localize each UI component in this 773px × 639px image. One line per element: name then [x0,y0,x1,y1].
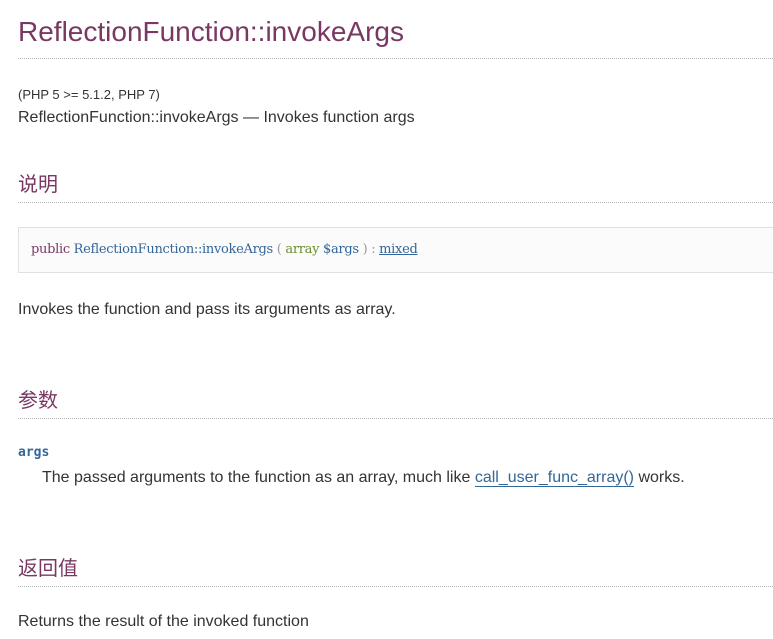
section-title-description: 说明 [18,172,58,196]
synopsis-colon: : [371,242,376,257]
parameter-desc-after: works. [634,469,685,486]
section-title-return-values: 返回值 [18,556,78,580]
parameters-divider [18,418,773,419]
synopsis-param-name: $args [323,242,359,257]
synopsis-param-type: array [285,242,320,257]
synopsis-return-type-link[interactable]: mixed [379,242,418,257]
description-text: Invokes the function and pass its argume… [18,301,396,318]
synopsis-method-name: ReflectionFunction::invokeArgs [73,242,274,257]
parameter-description: The passed arguments to the function as … [42,469,685,487]
return-values-divider [18,586,773,587]
method-synopsis: public ReflectionFunction::invokeArgs ( … [18,227,773,273]
description-divider [18,202,773,203]
page-title: ReflectionFunction::invokeArgs [18,16,404,47]
purpose-text: ReflectionFunction::invokeArgs — Invokes… [18,109,415,126]
call-user-func-array-link[interactable]: call_user_func_array() [474,469,635,487]
version-info: (PHP 5 >= 5.1.2, PHP 7) [18,87,160,102]
synopsis-modifier: public [31,242,70,257]
synopsis-close-paren: ) [362,242,368,257]
synopsis-open-paren: ( [276,242,282,257]
synopsis-line: public ReflectionFunction::invokeArgs ( … [31,242,418,257]
parameter-desc-before: The passed arguments to the function as … [42,469,475,486]
title-divider [18,58,773,59]
return-values-text: Returns the result of the invoked functi… [18,613,309,630]
section-title-parameters: 参数 [18,388,58,412]
parameter-name: args [18,445,50,460]
